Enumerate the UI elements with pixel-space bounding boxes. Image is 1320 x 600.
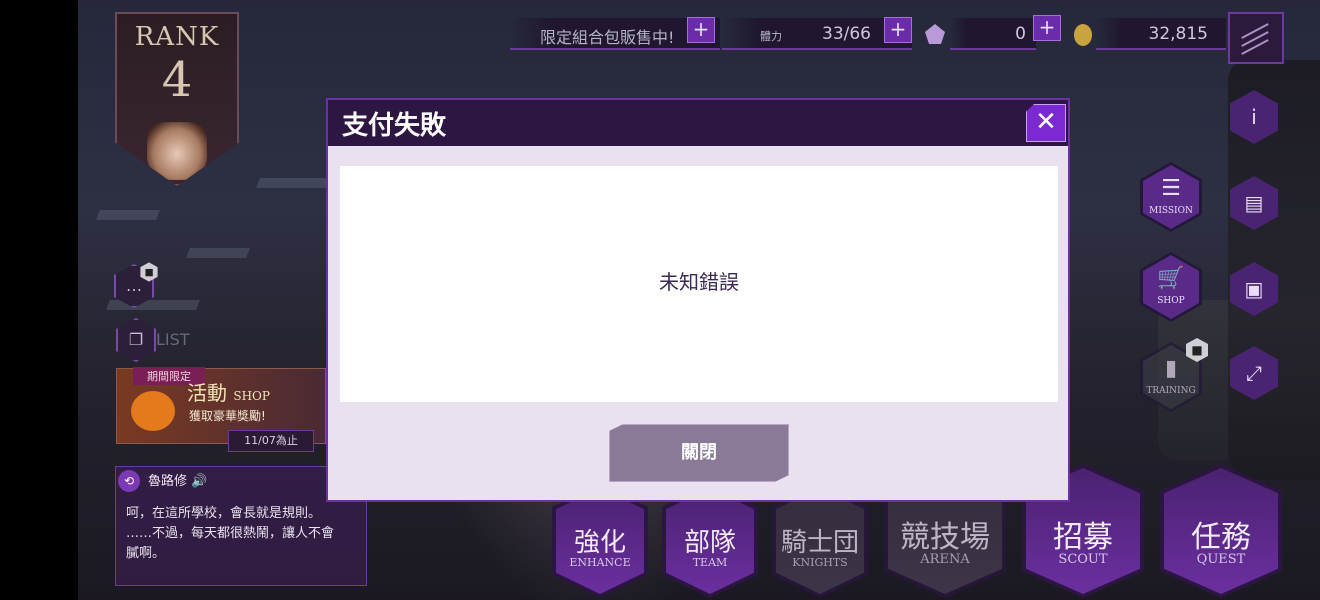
menu-icon[interactable] bbox=[1228, 12, 1284, 64]
nav-team-sub: TEAM bbox=[692, 556, 728, 569]
gems-pill: 0 bbox=[950, 18, 1036, 50]
stamina-plus-icon[interactable]: + bbox=[884, 17, 912, 43]
nav-team-label: 部隊 bbox=[683, 528, 736, 558]
coins-pill: 32,815 bbox=[1096, 18, 1226, 50]
pumpkin-icon bbox=[131, 391, 175, 431]
shop-label: SHOP bbox=[1157, 296, 1185, 306]
coin-icon bbox=[1074, 24, 1092, 46]
promo-label: 限定組合包販售中! bbox=[540, 28, 675, 47]
nav-enhance-label: 強化 bbox=[573, 528, 626, 558]
mission-icon: ☰ bbox=[1161, 176, 1181, 201]
nav-scout-sub: SCOUT bbox=[1058, 552, 1108, 567]
rank-label: RANK bbox=[134, 22, 220, 52]
list-label: LIST bbox=[156, 330, 190, 349]
payment-failed-dialog: 支付失敗 ✕ 未知錯誤 關閉 bbox=[326, 98, 1070, 502]
nav-knights-label: 騎士団 bbox=[780, 528, 859, 558]
gems-value: 0 bbox=[1015, 24, 1026, 44]
close-button[interactable]: 關閉 bbox=[609, 424, 789, 482]
event-deadline: 11/07為止 bbox=[228, 430, 314, 452]
rank-value: 4 bbox=[161, 52, 193, 108]
coins-value: 32,815 bbox=[1148, 24, 1208, 44]
nav-arena-label: 競技場 bbox=[900, 520, 990, 555]
event-subtitle: 獲取豪華獎勵! bbox=[189, 409, 266, 423]
nav-knights-sub: KNIGHTS bbox=[792, 556, 848, 569]
nav-enhance-sub: ENHANCE bbox=[569, 556, 631, 569]
dialogue-line: 膩啊。 bbox=[126, 546, 166, 561]
mission-label: MISSION bbox=[1149, 206, 1193, 216]
dialog-message: 未知錯誤 bbox=[659, 270, 739, 294]
dialogue-line: 呵，在這所學校，會長就是規則。 bbox=[126, 506, 322, 521]
stamina-value: 33/66 bbox=[822, 24, 871, 44]
nav-quest-label: 任務 bbox=[1191, 520, 1251, 555]
nav-quest[interactable]: 任務 QUEST bbox=[1160, 464, 1282, 598]
close-icon[interactable]: ✕ bbox=[1026, 104, 1066, 142]
speaker-icon: 🔊 bbox=[191, 474, 208, 489]
promo-plus-icon[interactable]: + bbox=[687, 17, 715, 43]
game-screen: 限定組合包販售中! + 體力 33/66 + 0 + 32,815 RANK 4… bbox=[0, 0, 1320, 600]
stamina-label: 體力 bbox=[760, 30, 782, 43]
training-label: TRAINING bbox=[1146, 386, 1196, 396]
dialog-title: 支付失敗 bbox=[342, 111, 447, 141]
nav-scout-label: 招募 bbox=[1053, 520, 1113, 555]
nav-arena-sub: ARENA bbox=[920, 552, 970, 567]
cart-icon: 🛒 bbox=[1157, 266, 1185, 291]
training-icon: ▮ bbox=[1164, 356, 1178, 381]
dialog-body: 未知錯誤 bbox=[340, 166, 1058, 402]
letterbox bbox=[0, 0, 78, 600]
dialogue-speaker: 魯路修 🔊 bbox=[148, 474, 208, 489]
gems-plus-icon[interactable]: + bbox=[1033, 15, 1061, 41]
dialog-header: 支付失敗 ✕ bbox=[328, 100, 1068, 146]
dialogue-line: ……不過，每天都很熱鬧，讓人不會 bbox=[126, 526, 335, 541]
nav-quest-sub: QUEST bbox=[1196, 552, 1246, 567]
swap-icon[interactable]: ⟲ bbox=[118, 470, 140, 492]
event-title: 活動 SHOP bbox=[187, 381, 270, 405]
